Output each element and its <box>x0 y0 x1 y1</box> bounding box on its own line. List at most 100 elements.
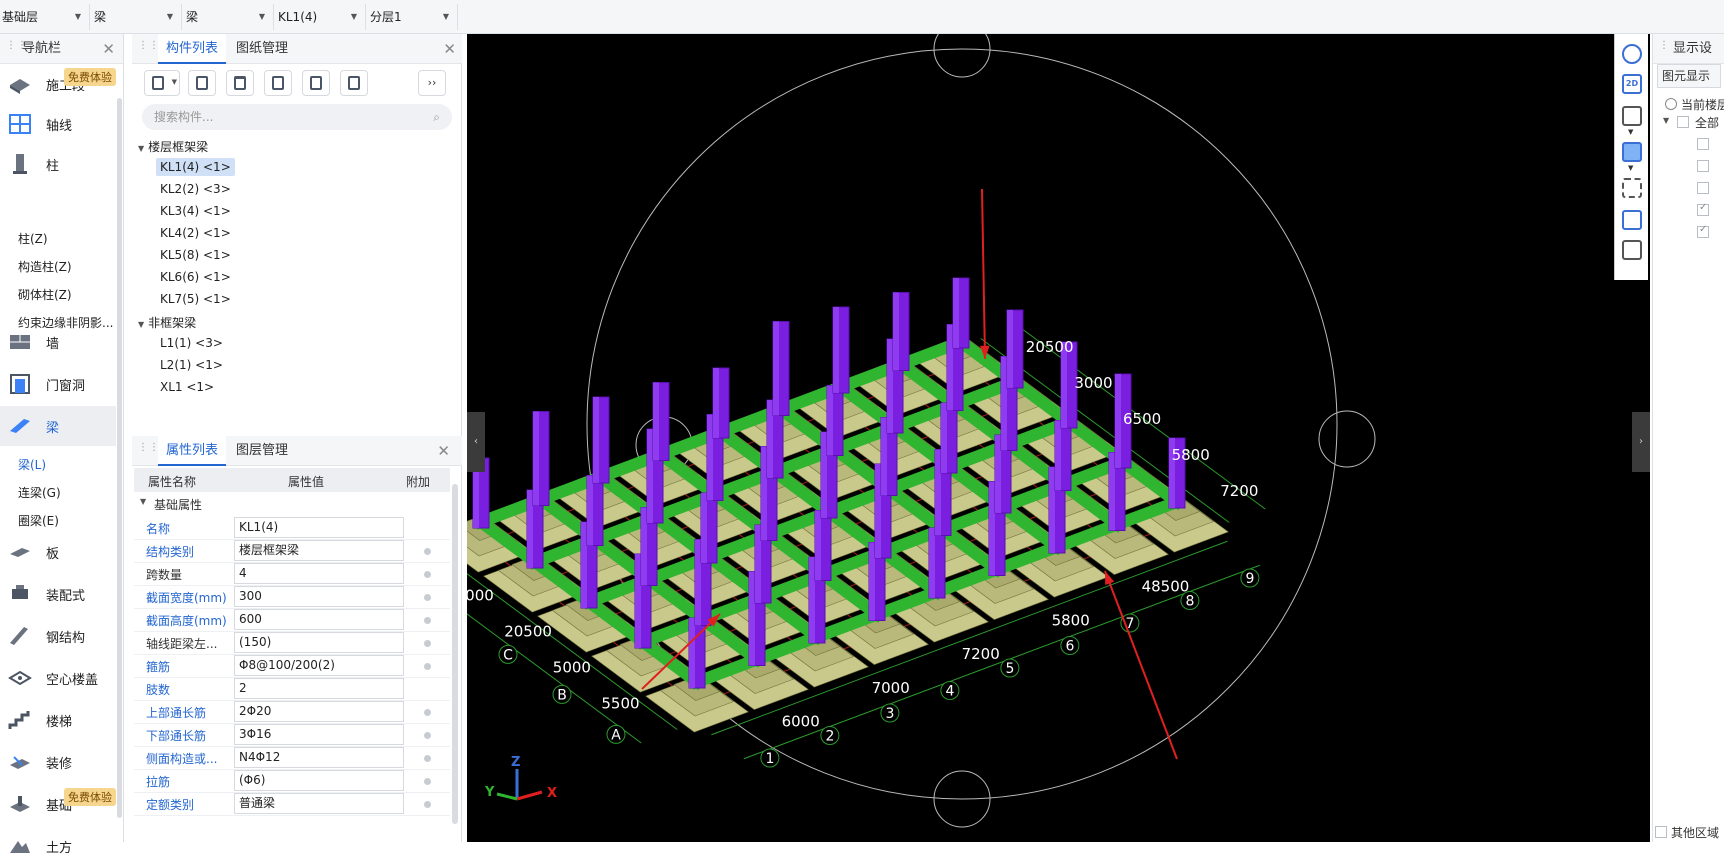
nav-item-earthwork[interactable]: 土方 <box>0 826 116 866</box>
attach-dot-icon[interactable] <box>424 617 431 624</box>
tab-element-display[interactable]: 图元显示 <box>1657 64 1721 88</box>
attach-dot-icon[interactable] <box>424 801 431 808</box>
property-value-field[interactable]: 2 <box>234 678 404 699</box>
layer-checkbox[interactable] <box>1697 182 1709 194</box>
nav-item-steel-structure[interactable]: 钢结构 <box>0 616 116 656</box>
nav-item-door-window[interactable]: 门窗洞 <box>0 364 116 404</box>
subcategory-dropdown[interactable]: 梁 ▼ <box>184 4 274 30</box>
import-button[interactable] <box>302 70 330 96</box>
chevron-down-icon[interactable]: ▼ <box>1628 128 1633 136</box>
nav-sub-column-z[interactable]: 柱(Z) <box>18 230 48 247</box>
display-settings-icon[interactable] <box>1622 240 1642 260</box>
structure-3d-model[interactable]: 123456789ABCDE60007000720058004850050005… <box>467 34 1650 842</box>
tree-item[interactable]: KL4(2) <1> <box>156 224 235 242</box>
tree-item[interactable]: XL1 <1> <box>156 378 218 396</box>
all-checkbox[interactable] <box>1677 116 1689 128</box>
property-value-field[interactable]: (150) <box>234 632 404 653</box>
property-value-field[interactable]: (Φ6) <box>234 770 404 791</box>
new-component-button[interactable]: ▼ <box>144 70 180 96</box>
drag-handle-icon[interactable]: ⋮⋮ <box>6 41 27 56</box>
tree-item[interactable]: KL5(8) <1> <box>156 246 235 264</box>
solid-view-icon[interactable] <box>1622 142 1642 162</box>
expand-icon[interactable]: ▼ <box>140 497 146 506</box>
close-icon[interactable]: ✕ <box>437 436 450 466</box>
component-search-input[interactable]: 搜索构件... ⌕ <box>142 104 452 130</box>
property-value-field[interactable]: KL1(4) <box>234 517 404 538</box>
drag-handle-icon[interactable]: ⋮⋮ <box>138 443 159 458</box>
layer-checkbox[interactable] <box>1697 160 1709 172</box>
nav-sub-beam-l[interactable]: 梁(L) <box>18 456 46 473</box>
chevron-down-icon[interactable]: ▼ <box>1628 164 1633 172</box>
attach-dot-icon[interactable] <box>424 594 431 601</box>
property-value-field[interactable]: 楼层框架梁 <box>234 540 404 561</box>
nav-item-decoration[interactable]: 装修 <box>0 742 116 782</box>
property-value-field[interactable]: 4 <box>234 563 404 584</box>
tree-item[interactable]: L1(1) <3> <box>156 334 227 352</box>
nav-item-foundation[interactable]: 基础 免费体验 <box>0 784 116 824</box>
2d-view-button[interactable]: 2D <box>1622 74 1642 94</box>
property-value-field[interactable]: Φ8@100/200(2) <box>234 655 404 676</box>
duplicate-button[interactable] <box>264 70 292 96</box>
tree-item[interactable]: L2(1) <1> <box>156 356 227 374</box>
layer-checkbox[interactable] <box>1697 224 1709 238</box>
expand-icon[interactable]: ▼ <box>1663 116 1669 125</box>
nav-scrollbar[interactable] <box>117 98 122 818</box>
cube-view-icon[interactable] <box>1622 210 1642 230</box>
category-dropdown[interactable]: 梁 ▼ <box>92 4 182 30</box>
fit-view-icon[interactable] <box>1622 178 1642 198</box>
attach-dot-icon[interactable] <box>424 709 431 716</box>
drag-handle-icon[interactable]: ⋮⋮ <box>138 41 159 56</box>
nav-item-grid-axis[interactable]: 轴线 <box>0 104 116 144</box>
other-area-checkbox[interactable] <box>1655 826 1667 838</box>
property-value-field[interactable]: N4Φ12 <box>234 747 404 768</box>
export-button[interactable] <box>340 70 368 96</box>
attach-dot-icon[interactable] <box>424 548 431 555</box>
nav-item-construction-segment[interactable]: 施工段 免费体验 <box>0 64 116 104</box>
property-value-field[interactable]: 600 <box>234 609 404 630</box>
nav-sub-coupling-beam[interactable]: 连梁(G) <box>18 484 61 501</box>
nav-item-prefab[interactable]: 装配式 <box>0 574 116 614</box>
layer-dropdown[interactable]: 分层1 ▼ <box>368 4 458 30</box>
property-value-field[interactable]: 3Φ16 <box>234 724 404 745</box>
attach-dot-icon[interactable] <box>424 663 431 670</box>
property-value-field[interactable]: 300 <box>234 586 404 607</box>
nav-item-slab[interactable]: 板 <box>0 532 116 572</box>
tree-item[interactable]: KL1(4) <1> <box>156 158 235 176</box>
nav-sub-ring-beam[interactable]: 圈梁(E) <box>18 512 59 529</box>
nav-item-beam[interactable]: 梁 <box>0 406 116 446</box>
orbit-icon[interactable] <box>1622 44 1642 64</box>
copy-button[interactable] <box>188 70 216 96</box>
expand-icon[interactable]: ▼ <box>138 320 144 329</box>
delete-icon[interactable] <box>226 70 254 96</box>
attach-dot-icon[interactable] <box>424 732 431 739</box>
attach-dot-icon[interactable] <box>424 778 431 785</box>
component-dropdown[interactable]: KL1(4) ▼ <box>276 4 366 30</box>
floor-dropdown[interactable]: 基础层 ▼ <box>0 4 90 30</box>
tree-item[interactable]: KL2(2) <3> <box>156 180 235 198</box>
tree-item[interactable]: KL3(4) <1> <box>156 202 235 220</box>
drag-handle-icon[interactable]: ⋮⋮ <box>1659 41 1680 56</box>
close-icon[interactable]: ✕ <box>443 34 456 64</box>
3d-box-icon[interactable] <box>1622 106 1642 126</box>
more-icon[interactable]: ›› <box>418 70 446 96</box>
nav-item-stair[interactable]: 楼梯 <box>0 700 116 740</box>
tab-drawing-management[interactable]: 图纸管理 <box>228 34 296 64</box>
3d-viewport[interactable]: 123456789ABCDE60007000720058004850050005… <box>467 34 1650 842</box>
nav-item-column[interactable]: 柱 <box>0 144 116 184</box>
attach-dot-icon[interactable] <box>424 755 431 762</box>
close-icon[interactable]: ✕ <box>102 34 115 64</box>
tree-group-nonframe-beam[interactable]: ▼ 非框架梁 <box>138 314 196 331</box>
layer-checkbox[interactable] <box>1697 202 1709 216</box>
property-value-field[interactable]: 普通梁 <box>234 793 404 814</box>
attach-dot-icon[interactable] <box>424 571 431 578</box>
tab-property-list[interactable]: 属性列表 <box>158 436 227 466</box>
collapse-right-icon[interactable]: › <box>1632 412 1650 472</box>
layer-checkbox[interactable] <box>1697 138 1709 150</box>
tab-component-list[interactable]: 构件列表 <box>158 34 227 64</box>
tree-group-floor-frame-beam[interactable]: ▼ 楼层框架梁 <box>138 138 208 155</box>
property-scrollbar[interactable] <box>452 484 458 824</box>
tree-item[interactable]: KL6(6) <1> <box>156 268 235 286</box>
search-icon[interactable]: ⌕ <box>433 104 440 130</box>
property-section-header[interactable]: ▼ 基础属性 <box>134 492 450 516</box>
tree-item[interactable]: KL7(5) <1> <box>156 290 235 308</box>
